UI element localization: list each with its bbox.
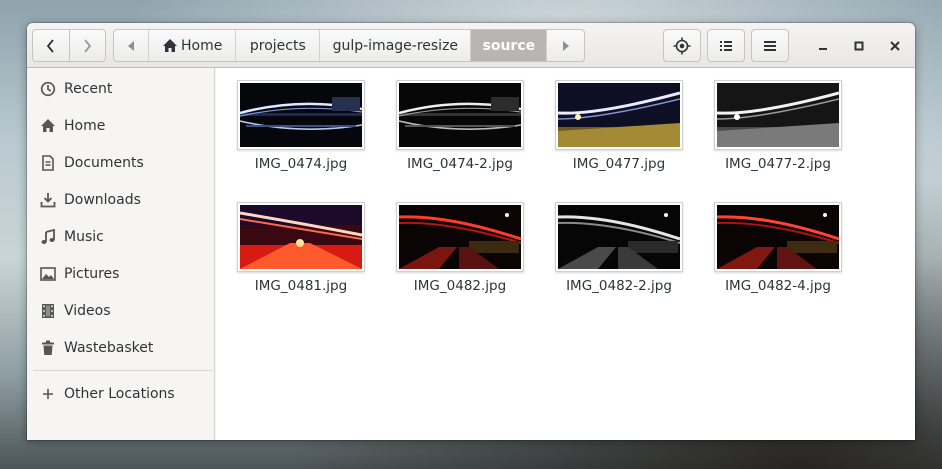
path-scroll-right-button[interactable]: [546, 30, 584, 61]
chevron-left-icon: [46, 38, 54, 53]
file-item[interactable]: IMG_0474.jpg: [216, 68, 366, 178]
image-thumbnail: [714, 202, 842, 272]
sidebar-item-other-locations[interactable]: Other Locations: [27, 375, 214, 412]
sidebar-item-downloads[interactable]: Downloads: [27, 181, 214, 218]
path-bar: Home projects gulp-image-resize source: [113, 29, 585, 62]
image-thumbnail: [555, 80, 683, 150]
file-manager-window: Home projects gulp-image-resize source R…: [27, 23, 915, 440]
sidebar-item-label: Downloads: [64, 191, 141, 208]
download-icon: [39, 191, 57, 209]
file-name: IMG_0482.jpg: [413, 278, 507, 294]
image-thumbnail: [396, 202, 524, 272]
file-name: IMG_0477.jpg: [572, 156, 666, 172]
document-icon: [39, 154, 57, 172]
image-thumbnail: [237, 202, 365, 272]
file-item[interactable]: IMG_0477.jpg: [534, 68, 684, 178]
image-thumbnail: [714, 80, 842, 150]
path-segment-projects[interactable]: projects: [235, 30, 319, 61]
path-segment-home[interactable]: Home: [147, 30, 236, 61]
path-scroll-left-button[interactable]: [114, 30, 148, 61]
sidebar-item-label: Home: [64, 117, 106, 134]
file-grid: IMG_0474.jpg IMG_0474-2.jpg IMG_0477.jpg…: [216, 68, 915, 440]
location-button[interactable]: [663, 29, 701, 62]
plus-icon: [39, 385, 57, 403]
file-item[interactable]: IMG_0474-2.jpg: [375, 68, 525, 178]
sidebar-item-label: Pictures: [64, 265, 120, 282]
sidebar-item-pictures[interactable]: Pictures: [27, 255, 214, 292]
sidebar-item-label: Videos: [64, 302, 111, 319]
minimize-button[interactable]: [809, 29, 837, 62]
triangle-right-icon: [562, 40, 569, 51]
sidebar-item-label: Wastebasket: [64, 339, 154, 356]
file-item[interactable]: IMG_0482-2.jpg: [534, 190, 684, 300]
maximize-button[interactable]: [845, 29, 873, 62]
file-name: IMG_0481.jpg: [254, 278, 348, 294]
sidebar-item-label: Recent: [64, 80, 113, 97]
path-segment-label: projects: [249, 37, 306, 54]
path-segment-source[interactable]: source: [470, 30, 547, 61]
image-thumbnail: [555, 202, 683, 272]
sidebar-item-music[interactable]: Music: [27, 218, 214, 255]
sidebar-item-wastebasket[interactable]: Wastebasket: [27, 329, 214, 366]
history-navigation: [32, 29, 106, 62]
close-button[interactable]: [881, 29, 909, 62]
crosshair-icon: [673, 37, 691, 54]
sidebar-item-home[interactable]: Home: [27, 107, 214, 144]
picture-icon: [39, 265, 57, 283]
home-icon: [163, 39, 177, 52]
hamburger-menu-icon: [764, 40, 776, 51]
places-sidebar: Recent Home Documents Downloads Music Pi…: [27, 68, 215, 440]
sidebar-item-videos[interactable]: Videos: [27, 292, 214, 329]
sidebar-item-recent[interactable]: Recent: [27, 70, 214, 107]
view-toggle-button[interactable]: [707, 29, 745, 62]
music-note-icon: [39, 228, 57, 246]
path-segment-gulp-image-resize[interactable]: gulp-image-resize: [319, 30, 470, 61]
file-item[interactable]: IMG_0482.jpg: [375, 190, 525, 300]
path-segment-label: Home: [181, 37, 223, 54]
path-segment-label: source: [482, 37, 536, 54]
back-button[interactable]: [33, 30, 69, 61]
file-item[interactable]: IMG_0481.jpg: [216, 190, 366, 300]
file-name: IMG_0482-2.jpg: [566, 278, 672, 294]
maximize-icon: [854, 41, 864, 50]
image-thumbnail: [396, 80, 524, 150]
trash-icon: [39, 339, 57, 357]
sidebar-item-label: Music: [64, 228, 104, 245]
file-name: IMG_0474.jpg: [254, 156, 348, 172]
menu-button[interactable]: [751, 29, 789, 62]
sidebar-item-label: Documents: [64, 154, 144, 171]
sidebar-item-documents[interactable]: Documents: [27, 144, 214, 181]
file-name: IMG_0482-4.jpg: [725, 278, 831, 294]
sidebar-item-label: Other Locations: [64, 385, 175, 402]
image-thumbnail: [237, 80, 365, 150]
file-item[interactable]: IMG_0482-4.jpg: [693, 190, 843, 300]
clock-icon: [39, 80, 57, 98]
file-name: IMG_0474-2.jpg: [407, 156, 513, 172]
forward-button[interactable]: [68, 30, 106, 61]
minimize-icon: [819, 47, 827, 50]
triangle-left-icon: [127, 40, 134, 51]
sidebar-separator: [33, 370, 213, 371]
close-icon: [890, 40, 900, 51]
home-icon: [39, 117, 57, 135]
file-name: IMG_0477-2.jpg: [725, 156, 831, 172]
file-item[interactable]: IMG_0477-2.jpg: [693, 68, 843, 178]
list-view-icon: [720, 40, 732, 51]
path-segment-label: gulp-image-resize: [332, 37, 459, 54]
header-bar: Home projects gulp-image-resize source: [27, 23, 915, 68]
chevron-right-icon: [84, 38, 92, 53]
film-icon: [39, 302, 57, 320]
